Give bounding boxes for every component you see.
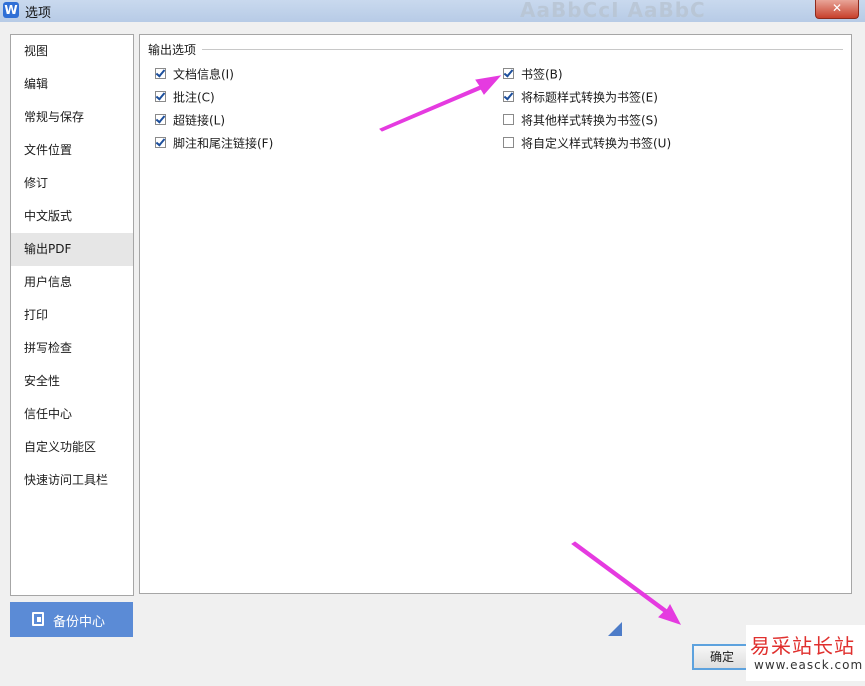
option-other-styles-to-bookmarks[interactable]: 将其他样式转换为书签(S) <box>503 111 658 129</box>
checkbox-footnote-links[interactable] <box>155 137 166 148</box>
checkbox-comments[interactable] <box>155 91 166 102</box>
option-footnote-links[interactable]: 脚注和尾注链接(F) <box>155 134 273 152</box>
option-custom-styles-to-bookmarks[interactable]: 将自定义样式转换为书签(U) <box>503 134 671 152</box>
option-label: 将自定义样式转换为书签(U) <box>521 136 672 151</box>
watermark-chinese-text: 易采站长站 <box>750 634 855 658</box>
background-ribbon-text: AaBbCcI AaBbC <box>520 0 706 22</box>
watermark-url: www.easck.com <box>754 658 864 672</box>
window-title: 选项 <box>25 6 52 21</box>
sidebar-item-view[interactable]: 视图 <box>11 35 133 68</box>
option-label: 超链接(L) <box>173 113 226 128</box>
checkbox-hyperlinks[interactable] <box>155 114 166 125</box>
ok-button[interactable]: 确定 <box>692 644 752 670</box>
checkbox-other-styles-to-bookmarks[interactable] <box>503 114 514 125</box>
option-label: 书签(B) <box>521 67 563 82</box>
sidebar-item-revision[interactable]: 修订 <box>11 167 133 200</box>
wps-app-icon: W <box>3 2 19 18</box>
option-label: 批注(C) <box>173 90 215 105</box>
option-label: 将其他样式转换为书签(S) <box>521 113 658 128</box>
resize-grip-icon[interactable] <box>608 622 622 636</box>
sidebar-item-quick-access-toolbar[interactable]: 快速访问工具栏 <box>11 464 133 497</box>
sidebar-item-chinese-layout[interactable]: 中文版式 <box>11 200 133 233</box>
sidebar-item-user-info[interactable]: 用户信息 <box>11 266 133 299</box>
options-dialog: 视图 编辑 常规与保存 文件位置 修订 中文版式 输出PDF 用户信息 打印 拼… <box>0 22 865 686</box>
option-comments[interactable]: 批注(C) <box>155 88 215 106</box>
option-bookmarks[interactable]: 书签(B) <box>503 65 563 83</box>
option-document-info[interactable]: 文档信息(I) <box>155 65 234 83</box>
title-bar: AaBbCcI AaBbC W 选项 ✕ <box>0 0 865 23</box>
sidebar-item-edit[interactable]: 编辑 <box>11 68 133 101</box>
close-button[interactable]: ✕ <box>815 0 859 19</box>
site-watermark: 易采站长站 www.easck.com <box>746 625 865 681</box>
group-divider <box>202 49 843 50</box>
options-sidebar: 视图 编辑 常规与保存 文件位置 修订 中文版式 输出PDF 用户信息 打印 拼… <box>10 34 134 596</box>
group-title: 输出选项 <box>148 41 201 58</box>
checkbox-heading-to-bookmarks[interactable] <box>503 91 514 102</box>
sidebar-item-custom-ribbon[interactable]: 自定义功能区 <box>11 431 133 464</box>
option-label: 将标题样式转换为书签(E) <box>521 90 658 105</box>
backup-center-button[interactable]: 备份中心 <box>10 602 133 637</box>
output-pdf-panel: 输出选项 文档信息(I) 批注(C) 超链接(L) 脚注和尾注链接(F) 书签(… <box>139 34 852 594</box>
option-heading-to-bookmarks[interactable]: 将标题样式转换为书签(E) <box>503 88 658 106</box>
sidebar-item-output-pdf[interactable]: 输出PDF <box>11 233 133 266</box>
backup-icon <box>32 612 44 626</box>
option-hyperlinks[interactable]: 超链接(L) <box>155 111 225 129</box>
sidebar-item-general-save[interactable]: 常规与保存 <box>11 101 133 134</box>
sidebar-item-print[interactable]: 打印 <box>11 299 133 332</box>
sidebar-item-trust-center[interactable]: 信任中心 <box>11 398 133 431</box>
checkbox-custom-styles-to-bookmarks[interactable] <box>503 137 514 148</box>
option-label: 文档信息(I) <box>173 67 234 82</box>
checkbox-bookmarks[interactable] <box>503 68 514 79</box>
checkbox-document-info[interactable] <box>155 68 166 79</box>
sidebar-item-spell-check[interactable]: 拼写检查 <box>11 332 133 365</box>
backup-center-label: 备份中心 <box>53 615 106 630</box>
sidebar-item-file-location[interactable]: 文件位置 <box>11 134 133 167</box>
option-label: 脚注和尾注链接(F) <box>173 136 274 151</box>
sidebar-item-security[interactable]: 安全性 <box>11 365 133 398</box>
